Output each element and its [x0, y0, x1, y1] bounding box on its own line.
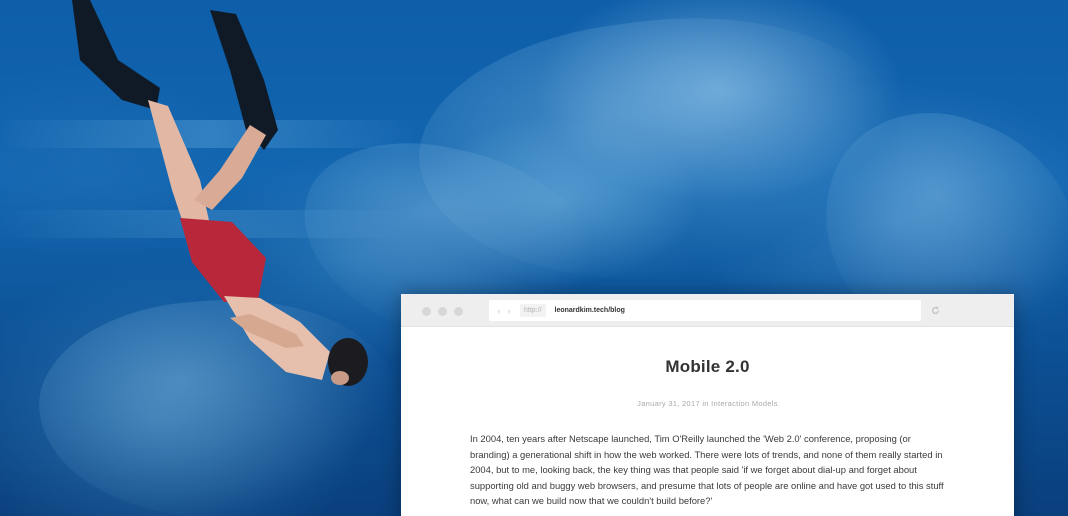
chevron-left-icon[interactable]: ‹: [494, 306, 504, 316]
post-paragraph: In 2004, ten years after Netscape launch…: [470, 433, 944, 506]
reload-icon[interactable]: [931, 306, 940, 315]
url-protocol: http://: [520, 304, 546, 317]
post-meta: January 31, 2017 in Interaction Models: [401, 399, 1014, 408]
post-meta-in: in: [702, 399, 709, 408]
post-category-link[interactable]: Interaction Models: [711, 399, 778, 408]
diver-image: [72, 0, 368, 386]
blog-post: Mobile 2.0 January 31, 2017 in Interacti…: [401, 357, 1014, 509]
window-minimize-dot[interactable]: [438, 307, 447, 316]
post-date: January 31, 2017: [637, 399, 700, 408]
window-maximize-dot[interactable]: [454, 307, 463, 316]
browser-window: ‹ › http:// leonardkim.tech/blog Mobile …: [401, 294, 1014, 516]
url-address[interactable]: leonardkim.tech/blog: [555, 307, 625, 314]
window-close-dot[interactable]: [422, 307, 431, 316]
post-title[interactable]: Mobile 2.0: [401, 357, 1014, 377]
browser-toolbar: ‹ › http:// leonardkim.tech/blog: [401, 294, 1014, 327]
chevron-right-icon[interactable]: ›: [504, 306, 514, 316]
address-bar[interactable]: ‹ › http:// leonardkim.tech/blog: [489, 300, 921, 321]
